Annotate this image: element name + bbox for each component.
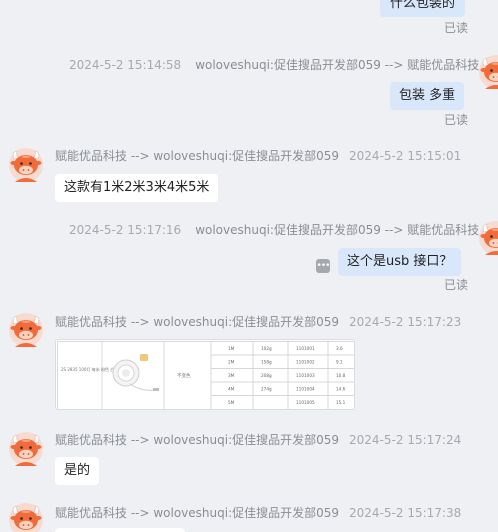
spec-cell: 3M xyxy=(228,373,235,378)
spec-cell: 1101003 xyxy=(296,373,315,378)
spec-cell: 3.6 xyxy=(336,346,343,351)
avatar[interactable] xyxy=(9,148,43,182)
avatar[interactable] xyxy=(9,313,43,347)
spec-cell: 9.1 xyxy=(336,360,343,365)
message-time: 2024-5-2 15:14:58 xyxy=(69,58,182,72)
spec-cell: 15.1 xyxy=(336,400,346,405)
product-spec-table-image: 2S 2835 100灯 每米 粉色 白灯 不变色 1M 102g 110100… xyxy=(56,340,354,409)
chat-history[interactable]: 什么包装的 已读 2024-5-2 15:14:58 woloveshuqi:促佳… xyxy=(0,0,498,532)
message-time: 2024-5-2 15:17:38 xyxy=(349,506,462,520)
message-sender: 赋能优品科技 --> woloveshuqi:促佳搜品开发部059 xyxy=(55,315,340,329)
spec-cell: 4M xyxy=(228,387,235,392)
message-meta: 赋能优品科技 --> woloveshuqi:促佳搜品开发部059 2024-5-… xyxy=(55,431,461,448)
spec-cell: 1101002 xyxy=(296,360,315,365)
spec-cell: 14.6 xyxy=(336,387,346,392)
spec-cell: 274g xyxy=(261,387,272,392)
message-image[interactable]: 2S 2835 100灯 每米 粉色 白灯 不变色 1M 102g 110100… xyxy=(55,339,355,410)
spec-cell: 1M xyxy=(228,346,235,351)
spec-mode-cell: 不变色 xyxy=(177,372,191,379)
message-bubble-incoming[interactable] xyxy=(55,528,185,532)
spec-cell: 1101004 xyxy=(296,387,315,392)
message-sender: woloveshuqi:促佳搜品开发部059 --> 赋能优品科技 xyxy=(195,58,480,72)
read-receipt: 已读 xyxy=(444,278,469,292)
message-sender: 赋能优品科技 --> woloveshuqi:促佳搜品开发部059 xyxy=(55,506,340,520)
spec-cell: 2M xyxy=(228,360,235,365)
message-bubble-incoming[interactable]: 是的 xyxy=(55,457,100,485)
message-time: 2024-5-2 15:17:24 xyxy=(349,433,462,447)
message-time: 2024-5-2 15:17:23 xyxy=(349,315,462,329)
message-bubble-outgoing[interactable]: 包装 多重 xyxy=(390,82,465,110)
message-meta: 赋能优品科技 --> woloveshuqi:促佳搜品开发部059 2024-5-… xyxy=(55,504,461,521)
read-receipt: 已读 xyxy=(444,21,469,35)
spec-cell: 1101005 xyxy=(296,400,315,405)
message-bubble-incoming[interactable]: 这款有1米2米3米4米5米 xyxy=(55,174,219,202)
avatar[interactable] xyxy=(479,55,498,89)
spec-cell: 10.8 xyxy=(336,373,346,378)
avatar[interactable] xyxy=(9,432,43,466)
message-meta: 2024-5-2 15:17:16 woloveshuqi:促佳搜品开发部059 … xyxy=(69,221,479,238)
message-sender: 赋能优品科技 --> woloveshuqi:促佳搜品开发部059 xyxy=(55,149,340,163)
spec-cell: 5M xyxy=(228,400,235,405)
avatar[interactable] xyxy=(9,503,43,532)
spec-cell: 102g xyxy=(261,346,272,351)
spec-cell: 158g xyxy=(261,360,272,365)
message-sender: woloveshuqi:促佳搜品开发部059 --> 赋能优品科技 xyxy=(195,223,480,237)
message-meta: 赋能优品科技 --> woloveshuqi:促佳搜品开发部059 2024-5-… xyxy=(55,313,461,330)
message-bubble-outgoing[interactable]: 这个是usb 接口？ xyxy=(338,248,462,276)
read-receipt: 已读 xyxy=(444,113,469,127)
spec-cell: 1101001 xyxy=(296,346,315,351)
message-time: 2024-5-2 15:15:01 xyxy=(349,149,462,163)
message-meta: 2024-5-2 15:14:58 woloveshuqi:促佳搜品开发部059 … xyxy=(69,56,479,73)
avatar[interactable] xyxy=(479,221,498,255)
message-time: 2024-5-2 15:17:16 xyxy=(69,223,182,237)
message-meta: 赋能优品科技 --> woloveshuqi:促佳搜品开发部059 2024-5-… xyxy=(55,147,461,164)
spec-cell: 208g xyxy=(261,373,272,378)
message-sender: 赋能优品科技 --> woloveshuqi:促佳搜品开发部059 xyxy=(55,433,340,447)
more-options-icon[interactable]: ••• xyxy=(316,259,330,273)
message-bubble-outgoing[interactable]: 什么包装的 xyxy=(380,0,466,17)
spec-title-cell: 2S 2835 100灯 每米 粉色 白灯 xyxy=(61,366,118,372)
